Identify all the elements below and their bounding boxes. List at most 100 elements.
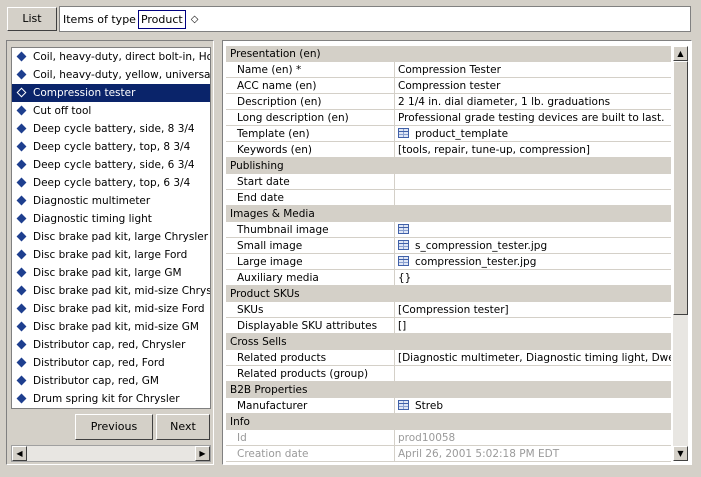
property-row[interactable]: ACC name (en) Compression tester (226, 78, 671, 94)
property-value[interactable]: April 26, 2001 5:02:18 PM EDT (395, 446, 671, 461)
diamond-bullet-icon (16, 195, 27, 205)
list-item[interactable]: Deep cycle battery, top, 6 3/4 (12, 174, 210, 192)
property-row[interactable]: Keywords (en) [tools, repair, tune-up, co… (226, 142, 671, 158)
list-item-label: Deep cycle battery, side, 6 3/4 (33, 159, 195, 171)
property-row[interactable]: Small image s_compression_tester.jpg (226, 238, 671, 254)
list-item[interactable]: Deep cycle battery, side, 6 3/4 (12, 156, 210, 174)
list-item-label: Disc brake pad kit, large Ford (33, 249, 188, 261)
property-value[interactable]: product_template (395, 126, 671, 141)
property-value[interactable]: s_compression_tester.jpg (395, 238, 671, 253)
list-item[interactable]: Diagnostic timing light (12, 210, 210, 228)
item-list-horizontal-scrollbar[interactable]: ◀ ▶ (11, 445, 211, 462)
list-item[interactable]: Disc brake pad kit, mid-size GM (12, 318, 210, 336)
diamond-bullet-icon (16, 105, 27, 115)
list-item[interactable]: Cut off tool (12, 102, 210, 120)
scroll-up-icon[interactable]: ▲ (673, 46, 688, 61)
list-item[interactable]: Diagnostic multimeter (12, 192, 210, 210)
property-value[interactable]: {} (395, 270, 671, 285)
list-item[interactable]: Disc brake pad kit, large Ford (12, 246, 210, 264)
list-item[interactable]: Disc brake pad kit, mid-size Ford (12, 300, 210, 318)
property-value[interactable]: Compression Tester (395, 62, 671, 77)
property-value-text: [] (398, 320, 407, 332)
property-row[interactable]: Auxiliary media{} (226, 270, 671, 286)
property-value[interactable]: compression_tester.jpg (395, 254, 671, 269)
property-value-text: prod10058 (398, 432, 456, 444)
property-value-text: {} (398, 272, 412, 284)
property-value[interactable]: 2 1/4 in. dial diameter, 1 lb. graduatio… (395, 94, 671, 109)
property-value[interactable] (395, 174, 671, 189)
property-value[interactable]: Compression tester (395, 78, 671, 93)
property-name: Keywords (en) (226, 142, 395, 157)
property-row[interactable]: Start date (226, 174, 671, 190)
item-type-value[interactable]: Product (137, 9, 186, 29)
property-row[interactable]: Large image compression_tester.jpg (226, 254, 671, 270)
list-item[interactable]: Coil, heavy-duty, direct bolt-in, Honda (12, 48, 210, 66)
scroll-left-icon[interactable]: ◀ (12, 446, 27, 461)
property-row[interactable]: Displayable SKU attributes[] (226, 318, 671, 334)
list-item-label: Cut off tool (33, 105, 92, 117)
property-row[interactable]: Manufacturer Streb (226, 398, 671, 414)
property-value[interactable] (395, 222, 671, 237)
list-item[interactable]: Compression tester (12, 84, 210, 102)
property-value-text: product_template (415, 128, 509, 140)
property-name: Name (en) * (226, 62, 395, 77)
list-item[interactable]: Disc brake pad kit, large Chrysler (12, 228, 210, 246)
list-item[interactable]: Distributor cap, red, GM (12, 372, 210, 390)
diamond-bullet-icon (16, 159, 27, 169)
list-button[interactable]: List (7, 7, 57, 31)
property-value[interactable]: Professional grade testing devices are b… (395, 110, 671, 125)
list-item[interactable]: Coil, heavy-duty, yellow, universal (12, 66, 210, 84)
list-item[interactable]: Drum spring kit for Chrysler (12, 390, 210, 408)
property-value[interactable]: Streb (395, 398, 671, 413)
table-icon (398, 256, 409, 266)
property-row[interactable]: SKUs [Compression tester] (226, 302, 671, 318)
scroll-down-icon[interactable]: ▼ (673, 446, 688, 461)
list-item-label: Disc brake pad kit, mid-size Ford (33, 303, 205, 315)
list-item-label: Disc brake pad kit, mid-size GM (33, 321, 199, 333)
property-name: Manufacturer (226, 398, 395, 413)
next-button[interactable]: Next (156, 414, 210, 440)
property-value[interactable]: [tools, repair, tune-up, compression] (395, 142, 671, 157)
property-row[interactable]: Creation date April 26, 2001 5:02:18 PM E… (226, 446, 671, 462)
property-row[interactable]: Id prod10058 (226, 430, 671, 446)
property-row[interactable]: Thumbnail image (226, 222, 671, 238)
previous-button[interactable]: Previous (75, 414, 153, 440)
list-item-label: Distributor cap, red, Chrysler (33, 339, 186, 351)
list-item[interactable]: Deep cycle battery, top, 8 3/4 (12, 138, 210, 156)
property-value[interactable] (395, 190, 671, 205)
item-list[interactable]: Coil, heavy-duty, direct bolt-in, Honda C… (11, 47, 211, 409)
property-value[interactable] (395, 366, 671, 381)
property-row[interactable]: Template (en) product_template (226, 126, 671, 142)
property-row[interactable]: Related products (group) (226, 366, 671, 382)
property-name: Template (en) (226, 126, 395, 141)
property-row[interactable]: Long description (en) Professional grade … (226, 110, 671, 126)
list-item-label: Coil, heavy-duty, yellow, universal (33, 69, 211, 81)
property-name: SKUs (226, 302, 395, 317)
diamond-bullet-icon (16, 393, 27, 403)
property-sheet-vertical-scrollbar[interactable]: ▲ ▼ (673, 46, 688, 461)
property-row[interactable]: Name (en) * Compression Tester (226, 62, 671, 78)
property-row[interactable]: Related products [Diagnostic multimeter, … (226, 350, 671, 366)
item-type-selector[interactable]: Items of type Product ◇ (59, 6, 691, 32)
table-icon (398, 240, 409, 250)
property-row[interactable]: Description (en) 2 1/4 in. dial diameter,… (226, 94, 671, 110)
list-item[interactable]: Distributor cap, red, Ford (12, 354, 210, 372)
property-row[interactable]: End date (226, 190, 671, 206)
list-item-label: Compression tester (33, 87, 136, 99)
property-value[interactable]: [Compression tester] (395, 302, 671, 317)
property-sheet-panel: Presentation (en) Name (en) * Compression … (222, 40, 692, 465)
scroll-right-icon[interactable]: ▶ (195, 446, 210, 461)
property-value[interactable]: prod10058 (395, 430, 671, 445)
diamond-bullet-icon (16, 249, 27, 259)
diamond-bullet-icon (16, 141, 27, 151)
list-item[interactable]: Disc brake pad kit, large GM (12, 264, 210, 282)
diamond-bullet-icon (16, 267, 27, 277)
scrollbar-thumb[interactable] (673, 61, 688, 315)
property-value-text: [Diagnostic multimeter, Diagnostic timin… (398, 352, 671, 364)
list-item[interactable]: Deep cycle battery, side, 8 3/4 (12, 120, 210, 138)
property-value[interactable]: [Diagnostic multimeter, Diagnostic timin… (395, 350, 671, 365)
list-item[interactable]: Disc brake pad kit, mid-size Chrysler (12, 282, 210, 300)
property-value[interactable]: [] (395, 318, 671, 333)
item-type-diamond-icon: ◇ (190, 13, 199, 25)
list-item[interactable]: Distributor cap, red, Chrysler (12, 336, 210, 354)
